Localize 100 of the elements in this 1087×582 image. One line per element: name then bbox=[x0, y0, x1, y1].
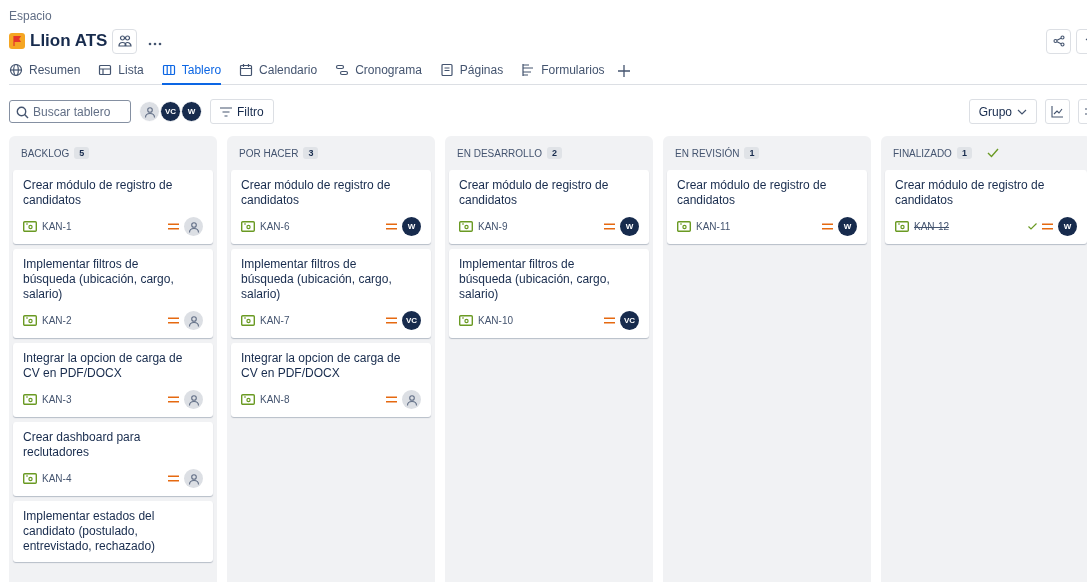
task-card[interactable]: Implementar estados del candidato (postulado, entrevistado, rechazado) bbox=[13, 501, 213, 562]
chevron-down-icon bbox=[1017, 108, 1027, 115]
avatar-icon[interactable] bbox=[402, 390, 421, 409]
task-card[interactable]: Crear dashboard para reclutadores KAN-4 bbox=[13, 422, 213, 496]
card-title: Crear módulo de registro de candidatos bbox=[241, 178, 392, 208]
issue-key[interactable]: KAN-2 bbox=[42, 315, 72, 326]
count-badge: 1 bbox=[744, 147, 760, 159]
column-title: EN REVISIÓN bbox=[675, 147, 740, 159]
card-title: Implementar filtros de búsqueda (ubicación, cargo, salario) bbox=[459, 257, 611, 302]
avatar-icon[interactable] bbox=[139, 101, 160, 122]
priority-icon bbox=[1042, 223, 1053, 230]
story-icon bbox=[23, 473, 37, 484]
priority-icon bbox=[822, 223, 833, 230]
avatar[interactable]: VC bbox=[620, 311, 639, 330]
card-title: Crear módulo de registro de candidatos bbox=[459, 178, 610, 208]
avatar[interactable]: W bbox=[838, 217, 857, 236]
card-title: Crear módulo de registro de candidatos bbox=[23, 178, 174, 208]
count-badge: 2 bbox=[547, 147, 563, 159]
card-title: Crear dashboard para reclutadores bbox=[23, 430, 142, 460]
people-icon bbox=[117, 34, 132, 48]
task-card[interactable]: Crear módulo de registro de candidatos KAN-1 bbox=[13, 170, 213, 244]
form-icon bbox=[521, 63, 536, 77]
issue-key[interactable]: KAN-9 bbox=[478, 221, 508, 232]
card-title: Integrar la opcion de carga de CV en PDF/DOCX bbox=[23, 351, 184, 381]
table-icon bbox=[98, 63, 113, 77]
story-icon bbox=[895, 221, 909, 232]
task-card[interactable]: Crear módulo de registro de candidatos KAN-12 W bbox=[885, 170, 1087, 244]
globe-icon bbox=[9, 63, 23, 77]
insights-button[interactable] bbox=[1045, 99, 1070, 124]
avatar-icon[interactable] bbox=[184, 311, 203, 330]
avatar[interactable]: W bbox=[620, 217, 639, 236]
tab[interactable]: Calendario bbox=[239, 58, 318, 85]
card-title: Crear módulo de registro de candidatos bbox=[677, 178, 828, 208]
flag-icon bbox=[9, 33, 25, 49]
search-field[interactable]: Buscar tablero bbox=[9, 100, 131, 123]
chart-icon bbox=[1051, 105, 1064, 118]
more-icon bbox=[148, 41, 163, 46]
issue-key[interactable]: KAN-1 bbox=[42, 221, 72, 232]
plus-icon bbox=[616, 64, 631, 78]
priority-icon bbox=[386, 317, 397, 324]
story-icon bbox=[241, 315, 255, 326]
filter-icon bbox=[220, 106, 232, 117]
card-title: Implementar filtros de búsqueda (ubicación, cargo, salario) bbox=[23, 257, 175, 302]
breadcrumb[interactable]: Espacio bbox=[9, 9, 52, 23]
issue-key[interactable]: KAN-3 bbox=[42, 394, 72, 405]
filter-button[interactable]: Filtro bbox=[210, 99, 274, 124]
calendar-icon bbox=[239, 63, 254, 77]
avatar-icon[interactable] bbox=[184, 469, 203, 488]
group-button[interactable]: Grupo bbox=[968, 99, 1037, 124]
priority-icon bbox=[168, 396, 179, 403]
team-button[interactable] bbox=[112, 28, 138, 54]
tab[interactable]: Páginas bbox=[439, 58, 504, 85]
column-title: EN DESARROLLO bbox=[457, 147, 543, 159]
task-card[interactable]: Integrar la opcion de carga de CV en PDF/DOCX KAN-3 bbox=[13, 343, 213, 417]
issue-key[interactable]: KAN-10 bbox=[478, 315, 513, 326]
avatar[interactable]: W bbox=[181, 101, 202, 122]
issue-key[interactable]: KAN-7 bbox=[260, 315, 290, 326]
tab[interactable]: Lista bbox=[98, 58, 144, 85]
count-badge: 1 bbox=[956, 147, 972, 159]
share-button[interactable] bbox=[1046, 28, 1071, 54]
issue-key[interactable]: KAN-12 bbox=[914, 221, 949, 232]
share-icon bbox=[1052, 35, 1065, 47]
card-title: Implementar filtros de búsqueda (ubicación, cargo, salario) bbox=[241, 257, 393, 302]
tab[interactable]: Resumen bbox=[9, 58, 81, 85]
priority-icon bbox=[168, 223, 179, 230]
column-title: BACKLOG bbox=[21, 147, 70, 159]
avatar[interactable]: VC bbox=[402, 311, 421, 330]
avatar[interactable]: VC bbox=[160, 101, 181, 122]
add-tab-button[interactable] bbox=[616, 64, 631, 78]
task-card[interactable]: Implementar filtros de búsqueda (ubicación, cargo, salario) KAN-7 VC bbox=[231, 249, 431, 338]
check-icon bbox=[1028, 223, 1037, 230]
story-icon bbox=[677, 221, 691, 232]
task-card[interactable]: Crear módulo de registro de candidatos KAN-9 W bbox=[449, 170, 649, 244]
issue-key[interactable]: KAN-4 bbox=[42, 473, 72, 484]
task-card[interactable]: Crear módulo de registro de candidatos KAN-11 W bbox=[667, 170, 867, 244]
story-icon bbox=[241, 221, 255, 232]
priority-icon bbox=[168, 317, 179, 324]
priority-icon bbox=[604, 317, 615, 324]
count-badge: 3 bbox=[303, 147, 319, 159]
issue-key[interactable]: KAN-8 bbox=[260, 394, 290, 405]
issue-key[interactable]: KAN-6 bbox=[260, 221, 290, 232]
avatar-icon[interactable] bbox=[184, 217, 203, 236]
document-icon bbox=[439, 63, 454, 77]
story-icon bbox=[459, 315, 473, 326]
tab[interactable]: Cronograma bbox=[335, 58, 422, 85]
avatar[interactable]: W bbox=[1058, 217, 1077, 236]
priority-icon bbox=[386, 223, 397, 230]
avatar[interactable]: W bbox=[402, 217, 421, 236]
tab[interactable]: Formularios bbox=[521, 58, 605, 85]
task-card[interactable]: Crear módulo de registro de candidatos KAN-6 W bbox=[231, 170, 431, 244]
task-card[interactable]: Integrar la opcion de carga de CV en PDF/DOCX KAN-8 bbox=[231, 343, 431, 417]
columns-icon bbox=[161, 63, 176, 77]
issue-key[interactable]: KAN-11 bbox=[696, 221, 731, 232]
task-card[interactable]: Implementar filtros de búsqueda (ubicación, cargo, salario) KAN-2 bbox=[13, 249, 213, 338]
priority-icon bbox=[386, 396, 397, 403]
priority-icon bbox=[604, 223, 615, 230]
story-icon bbox=[23, 394, 37, 405]
task-card[interactable]: Implementar filtros de búsqueda (ubicación, cargo, salario) KAN-10 VC bbox=[449, 249, 649, 338]
avatar-icon[interactable] bbox=[184, 390, 203, 409]
tab[interactable]: Tablero bbox=[161, 58, 222, 85]
